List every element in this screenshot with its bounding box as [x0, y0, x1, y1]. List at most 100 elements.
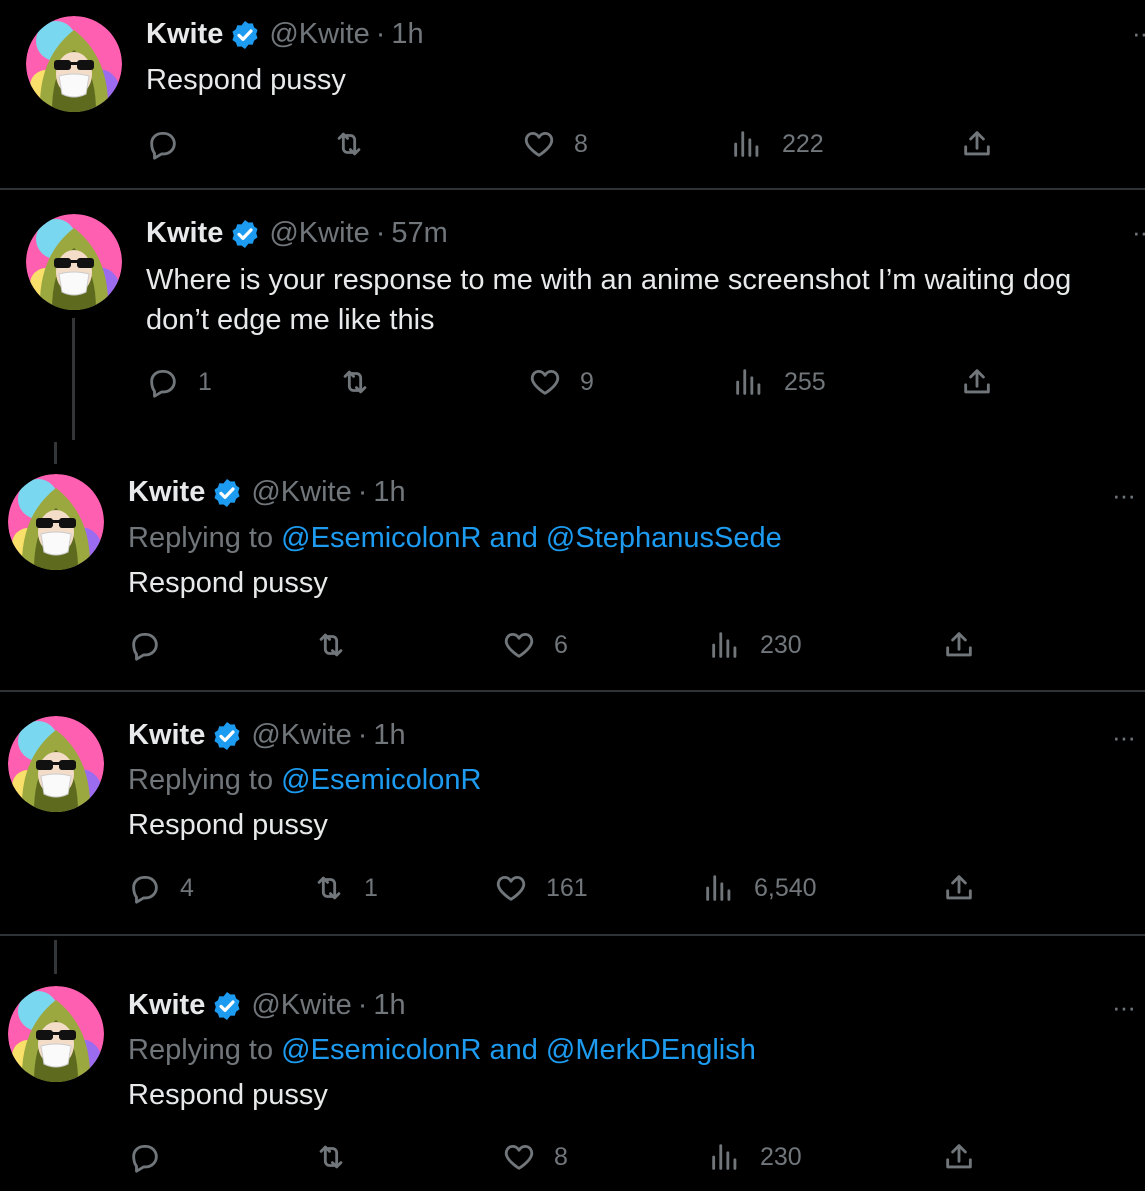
replying-mentions[interactable]: @EsemicolonR	[281, 764, 481, 796]
separator: ·	[357, 719, 368, 751]
action-bar: 8 230	[128, 1140, 988, 1180]
thread-line	[72, 318, 75, 440]
replying-prefix: Replying to	[128, 764, 282, 796]
display-name[interactable]: Kwite	[146, 18, 223, 51]
views-icon	[706, 875, 731, 901]
retweet-icon	[343, 370, 367, 394]
share-button[interactable]	[942, 1140, 976, 1174]
reply-button[interactable]: 4	[128, 871, 194, 905]
like-count: 9	[580, 367, 594, 396]
replying-prefix: Replying to	[128, 1034, 282, 1066]
avatar[interactable]	[26, 214, 122, 310]
retweet-icon	[319, 1145, 343, 1169]
tweet-header: Kwite @Kwite · 57m	[146, 217, 448, 250]
tweet[interactable]: Kwite @Kwite · 1h ··· Respond pussy 8 22…	[0, 0, 1145, 188]
views-button[interactable]: 230	[708, 1140, 802, 1174]
share-button[interactable]	[960, 127, 994, 161]
views-button[interactable]: 6,540	[702, 871, 817, 905]
tweet-header: Kwite @Kwite · 1h	[128, 719, 406, 752]
like-button[interactable]: 161	[494, 871, 588, 905]
views-button[interactable]: 222	[730, 127, 824, 161]
replying-to: Replying to @EsemicolonR and @MerkDEngli…	[128, 1034, 756, 1067]
display-name[interactable]: Kwite	[128, 989, 205, 1022]
timestamp[interactable]: 1h	[373, 476, 405, 509]
avatar[interactable]	[8, 474, 104, 570]
reply-icon	[132, 875, 158, 904]
views-button[interactable]: 255	[732, 365, 826, 399]
handle[interactable]: @Kwite	[251, 476, 351, 509]
reply-button[interactable]	[128, 1140, 180, 1174]
retweet-icon	[319, 633, 343, 657]
tweet-text: Respond pussy	[146, 64, 346, 96]
share-button[interactable]	[942, 628, 976, 662]
heart-icon	[496, 875, 526, 901]
display-name[interactable]: Kwite	[128, 719, 205, 752]
separator: ·	[375, 217, 386, 249]
replying-mentions[interactable]: @EsemicolonR and @StephanusSede	[281, 522, 782, 554]
like-button[interactable]: 6	[502, 628, 568, 662]
tweet-header: Kwite @Kwite · 1h	[146, 18, 424, 51]
more-options-icon[interactable]: ···	[1112, 992, 1136, 1023]
heart-icon	[524, 131, 554, 157]
reply-icon	[132, 1144, 158, 1173]
more-options-icon[interactable]: ···	[1132, 217, 1145, 248]
more-options-icon[interactable]: ···	[1132, 18, 1145, 49]
views-count: 6,540	[754, 873, 817, 902]
like-button[interactable]: 8	[522, 127, 588, 161]
handle[interactable]: @Kwite	[251, 989, 351, 1022]
replying-mentions[interactable]: @EsemicolonR and @MerkDEnglish	[281, 1034, 756, 1066]
timestamp[interactable]: 57m	[391, 217, 447, 250]
separator: ·	[357, 989, 368, 1021]
avatar[interactable]	[8, 986, 104, 1082]
display-name[interactable]: Kwite	[146, 217, 223, 250]
reply-count: 4	[180, 873, 194, 902]
retweet-button[interactable]: 1	[312, 871, 378, 905]
share-icon	[946, 875, 972, 900]
views-button[interactable]: 230	[708, 628, 802, 662]
verified-badge-icon	[229, 218, 261, 250]
retweet-button[interactable]	[314, 1140, 366, 1174]
more-options-icon[interactable]: ···	[1112, 722, 1136, 753]
share-button[interactable]	[960, 365, 994, 399]
retweet-button[interactable]	[314, 628, 366, 662]
reply-button[interactable]	[128, 628, 180, 662]
tweet-header: Kwite @Kwite · 1h	[128, 476, 406, 509]
tweet-header: Kwite @Kwite · 1h	[128, 989, 406, 1022]
handle[interactable]: @Kwite	[269, 18, 369, 51]
verified-badge-icon	[229, 19, 261, 51]
more-options-icon[interactable]: ···	[1112, 480, 1136, 511]
views-icon	[734, 131, 759, 157]
replying-to: Replying to @EsemicolonR	[128, 764, 481, 797]
avatar[interactable]	[8, 716, 104, 812]
timestamp[interactable]: 1h	[391, 18, 423, 51]
retweet-button[interactable]	[332, 127, 384, 161]
like-button[interactable]: 8	[502, 1140, 568, 1174]
like-button[interactable]: 9	[528, 365, 594, 399]
share-button[interactable]	[942, 871, 976, 905]
tweet[interactable]: Kwite @Kwite · 57m ··· Where is your res…	[0, 190, 1145, 440]
display-name[interactable]: Kwite	[128, 476, 205, 509]
avatar[interactable]	[26, 16, 122, 112]
reply-button[interactable]: 1	[146, 365, 212, 399]
tweet-text: Respond pussy	[128, 1079, 328, 1111]
like-count: 6	[554, 630, 568, 659]
timestamp[interactable]: 1h	[373, 719, 405, 752]
verified-badge-icon	[211, 990, 243, 1022]
tweet[interactable]: Kwite @Kwite · 1h ··· Replying to @Esemi…	[0, 692, 1145, 934]
handle[interactable]: @Kwite	[269, 217, 369, 250]
reply-icon	[150, 369, 176, 398]
like-count: 8	[574, 129, 588, 158]
retweet-button[interactable]	[338, 365, 390, 399]
verified-badge-icon	[211, 720, 243, 752]
tweet[interactable]: Kwite @Kwite · 1h ··· Replying to @Esemi…	[0, 462, 1145, 690]
like-count: 161	[546, 873, 588, 902]
timestamp[interactable]: 1h	[373, 989, 405, 1022]
handle[interactable]: @Kwite	[251, 719, 351, 752]
reply-icon	[132, 632, 158, 661]
tweet-text: Respond pussy	[128, 567, 328, 599]
reply-button[interactable]	[146, 127, 198, 161]
views-count: 230	[760, 630, 802, 659]
separator: ·	[375, 18, 386, 50]
tweet[interactable]: Kwite @Kwite · 1h ··· Replying to @Esemi…	[0, 936, 1145, 1191]
tweet-text: Where is your response to me with an ani…	[146, 264, 1072, 336]
